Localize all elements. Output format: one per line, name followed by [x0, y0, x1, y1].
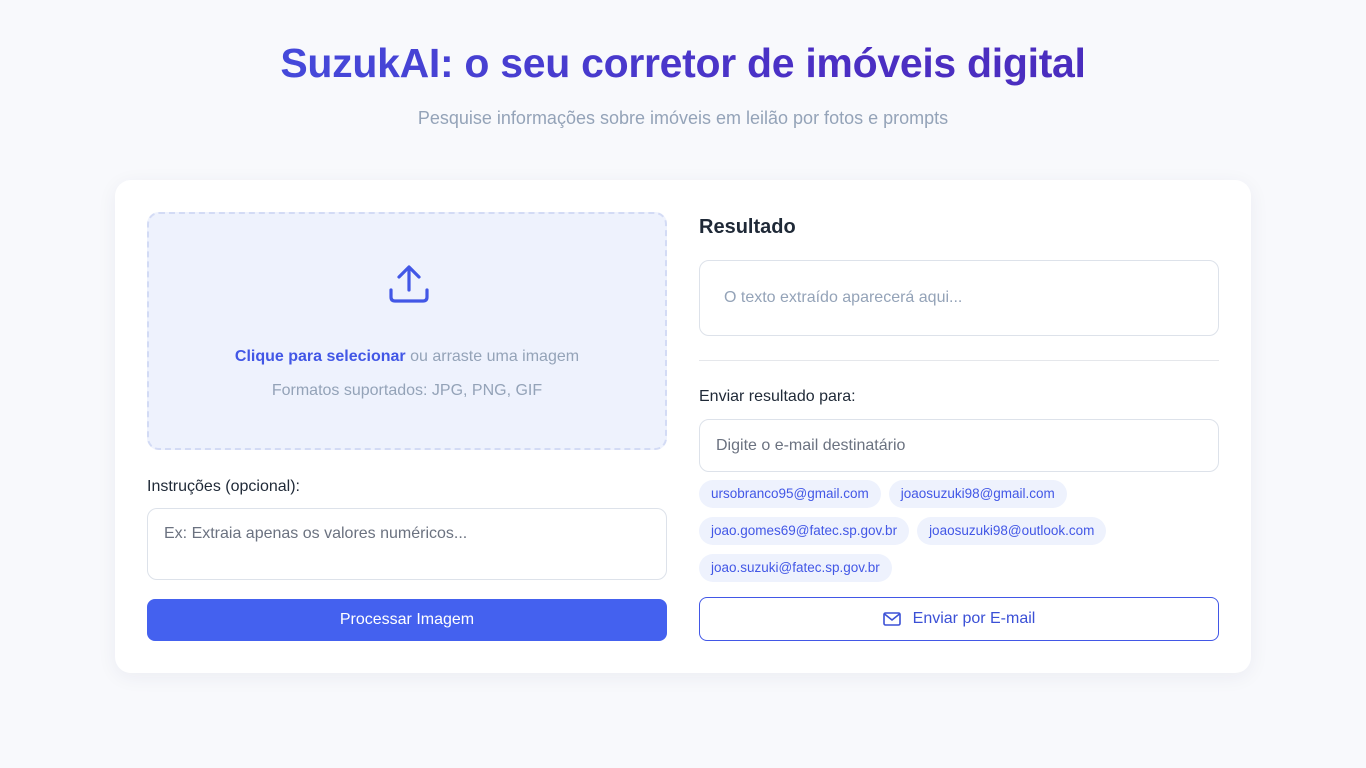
result-box[interactable]: O texto extraído aparecerá aqui...	[699, 260, 1219, 336]
email-input[interactable]	[699, 419, 1219, 472]
send-to-label: Enviar resultado para:	[699, 388, 856, 405]
image-dropzone[interactable]: Clique para selecionar ou arraste uma im…	[147, 212, 667, 450]
email-suggestion-chip[interactable]: joaosuzuki98@gmail.com	[888, 480, 1067, 508]
email-suggestions: ursobranco95@gmail.com joaosuzuki98@gmai…	[699, 480, 1219, 582]
send-email-button[interactable]: Enviar por E-mail	[699, 597, 1219, 641]
instructions-label: Instruções (opcional):	[147, 478, 300, 495]
select-file-link[interactable]: Clique para selecionar	[235, 348, 406, 365]
result-placeholder: O texto extraído aparecerá aqui...	[724, 289, 963, 306]
supported-formats: Formatos suportados: JPG, PNG, GIF	[271, 382, 543, 399]
result-title: Resultado	[699, 216, 796, 238]
page-title: SuzukAI: o seu corretor de imóveis digit…	[0, 40, 1366, 87]
drag-hint: ou arraste uma imagem	[405, 348, 580, 365]
upload-icon	[389, 265, 429, 303]
mail-icon	[882, 612, 901, 626]
page-subtitle: Pesquise informações sobre imóveis em le…	[417, 108, 949, 128]
divider	[699, 360, 1219, 361]
dropzone-instructions: Clique para selecionar ou arraste uma im…	[149, 348, 665, 366]
email-suggestion-chip[interactable]: joao.suzuki@fatec.sp.gov.br	[699, 554, 892, 582]
email-suggestion-chip[interactable]: ursobranco95@gmail.com	[699, 480, 881, 508]
send-email-label: Enviar por E-mail	[912, 610, 1036, 627]
main-card: Clique para selecionar ou arraste uma im…	[115, 180, 1251, 673]
process-image-button[interactable]: Processar Imagem	[147, 599, 667, 641]
instructions-input[interactable]	[147, 508, 667, 580]
email-suggestion-chip[interactable]: joao.gomes69@fatec.sp.gov.br	[699, 517, 910, 545]
email-suggestion-chip[interactable]: joaosuzuki98@outlook.com	[917, 517, 1107, 545]
